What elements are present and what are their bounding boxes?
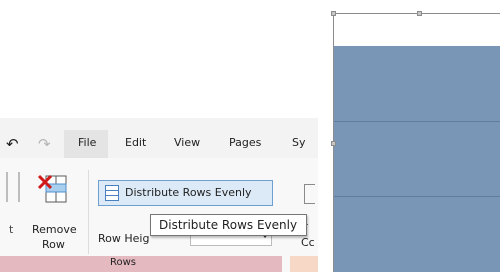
partial-ribbon-icon[interactable]: [304, 184, 315, 204]
menu-bar: ↶ ↷ File Edit View Pages Sy: [0, 130, 318, 158]
resize-handle[interactable]: [331, 11, 336, 16]
partial-ribbon-button[interactable]: [6, 172, 20, 202]
next-group-label-bar: [290, 256, 318, 272]
table-shape-body[interactable]: [334, 46, 500, 272]
resize-handle[interactable]: [417, 11, 422, 16]
menu-file[interactable]: File: [64, 130, 108, 158]
redo-icon[interactable]: ↷: [38, 135, 51, 153]
row-divider[interactable]: [334, 121, 500, 122]
rows-group-label: Rows: [110, 257, 137, 268]
distribute-rows-icon: [105, 185, 119, 201]
remove-row-label-line1: Remove: [32, 223, 77, 236]
menu-file-label: File: [78, 136, 97, 149]
partial-right-label-2: Cc: [301, 236, 315, 249]
table-shape-header[interactable]: [334, 14, 500, 45]
menu-view[interactable]: View: [174, 136, 200, 149]
distribute-rows-label: Distribute Rows Evenly: [125, 186, 252, 199]
resize-handle[interactable]: [331, 141, 336, 146]
menu-partial[interactable]: Sy: [292, 136, 306, 149]
remove-row-icon[interactable]: [37, 172, 69, 206]
undo-icon[interactable]: ↶: [6, 135, 19, 153]
distribute-rows-button[interactable]: Distribute Rows Evenly: [98, 180, 273, 206]
row-divider[interactable]: [334, 196, 500, 197]
partial-ribbon-label: t: [9, 223, 14, 236]
remove-row-label-line2: Row: [42, 238, 65, 251]
rows-group-label-bar: Rows: [0, 256, 282, 272]
menu-pages[interactable]: Pages: [229, 136, 261, 149]
ribbon-separator: [88, 170, 89, 254]
tooltip: Distribute Rows Evenly: [150, 214, 307, 236]
menu-edit[interactable]: Edit: [125, 136, 146, 149]
row-height-label: Row Heig: [98, 232, 150, 245]
